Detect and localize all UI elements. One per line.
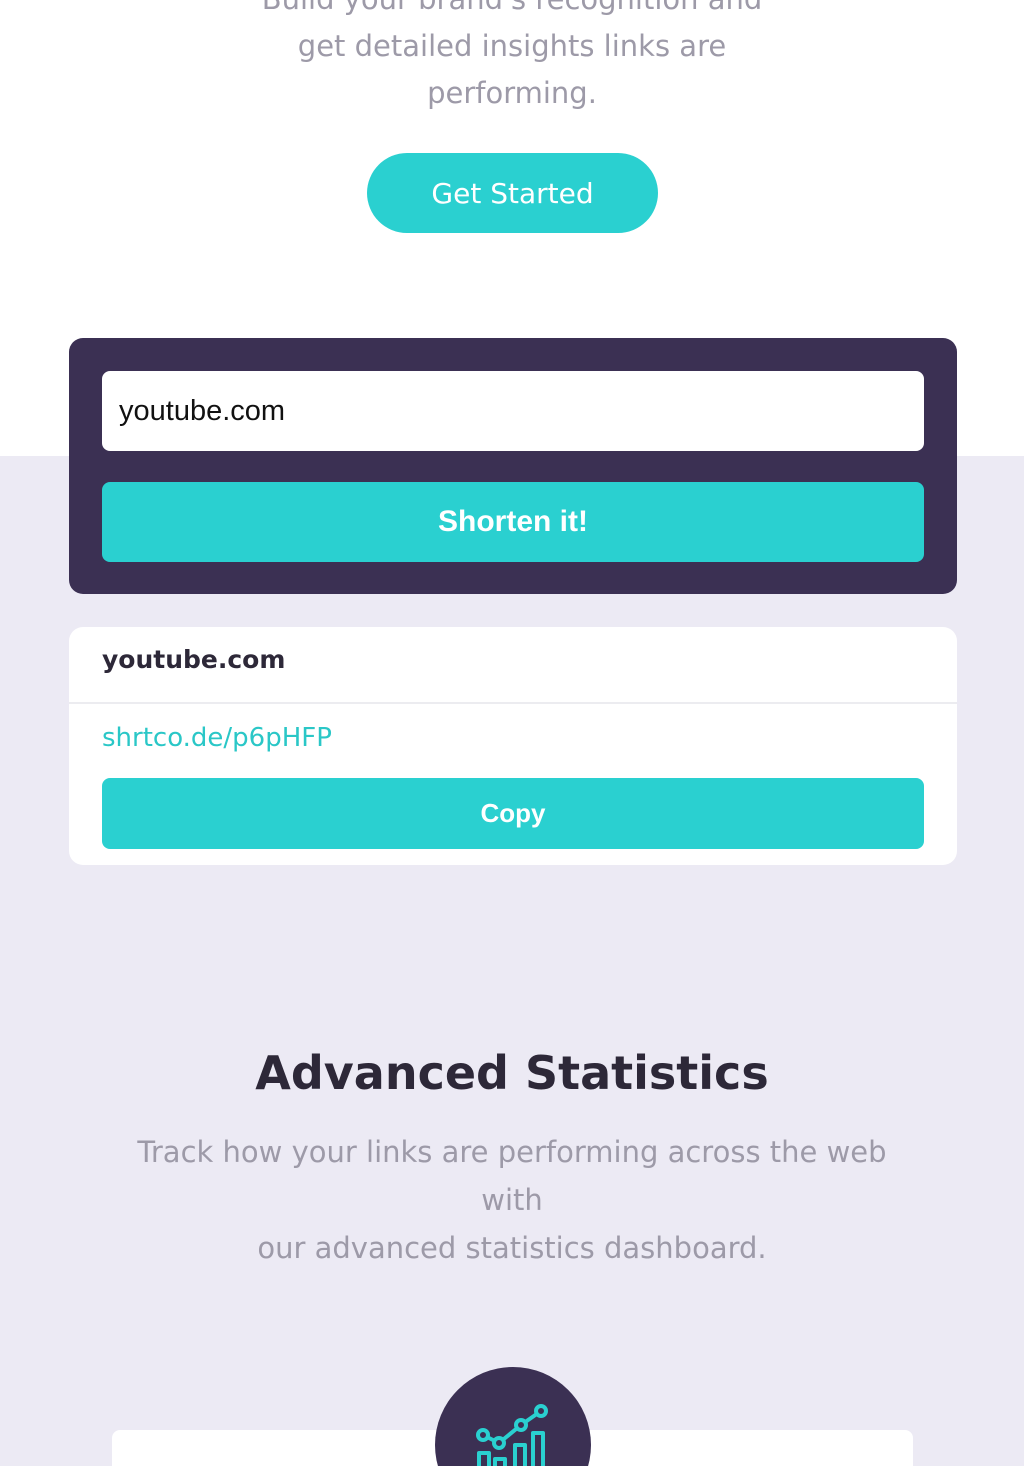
hero-description-line: Build your brand's recognition and [0,0,1024,23]
section-description: Track how your links are performing acro… [0,1128,1024,1272]
section-description-line: with [481,1183,543,1217]
result-card: youtube.com shrtco.de/p6pHFP Copy [69,627,957,865]
get-started-button[interactable]: Get Started [367,153,658,233]
original-url: youtube.com [102,645,286,674]
short-url-link[interactable]: shrtco.de/p6pHFP [102,723,332,753]
section-title: Advanced Statistics [255,1046,769,1100]
hero-description-line: get detailed insights links are [297,29,727,63]
section-description-line: our advanced statistics dashboard. [257,1231,767,1265]
shorten-form: Shorten it! [69,338,957,594]
result-divider [69,702,957,704]
lower-section-background [0,456,1024,1466]
copy-button[interactable]: Copy [102,778,924,849]
shorten-button[interactable]: Shorten it! [102,482,924,562]
section-description-line: Track how your links are performing acro… [137,1135,887,1169]
hero-description: Build your brand's recognition and get d… [0,0,1024,117]
hero-description-line: performing. [427,76,597,110]
url-input[interactable] [102,371,924,451]
bar-chart-icon [476,1404,548,1466]
